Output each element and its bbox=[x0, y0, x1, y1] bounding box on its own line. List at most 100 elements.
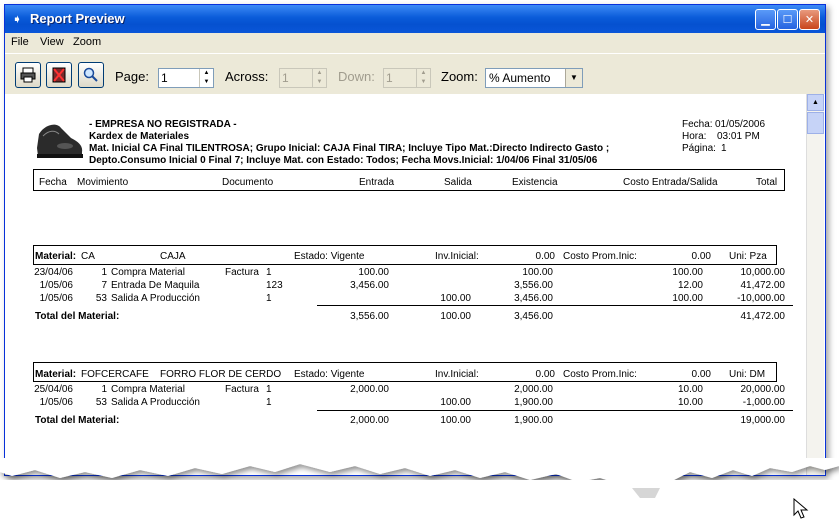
zoom-button[interactable] bbox=[78, 62, 104, 88]
row-existencia: 1,900.00 bbox=[514, 397, 553, 408]
row-fecha: 23/04/06 bbox=[34, 267, 73, 278]
row-salida: 100.00 bbox=[440, 293, 471, 304]
close-button[interactable]: ✕ bbox=[799, 9, 820, 30]
row-fecha: 1/05/06 bbox=[39, 293, 73, 304]
report-page: - EMPRESA NO REGISTRADA - Kardex de Mate… bbox=[5, 94, 805, 475]
preview-area[interactable]: - EMPRESA NO REGISTRADA - Kardex de Mate… bbox=[5, 94, 825, 475]
row-movimiento: Salida A Producción bbox=[111, 293, 200, 304]
company-name: - EMPRESA NO REGISTRADA - bbox=[89, 119, 237, 130]
row-movimiento: Entrada De Maquila bbox=[111, 280, 200, 291]
across-spin-arrows[interactable]: ▲ ▼ bbox=[312, 69, 326, 87]
col-existencia: Existencia bbox=[512, 177, 558, 188]
material-estado: Estado: Vigente bbox=[294, 251, 365, 262]
row-existencia: 3,456.00 bbox=[514, 293, 553, 304]
app-icon: ➧ bbox=[11, 12, 23, 26]
total-total: 41,472.00 bbox=[740, 311, 786, 322]
vertical-scrollbar[interactable]: ▲ bbox=[806, 94, 824, 475]
title-bar[interactable]: ➧ Report Preview ▁ ☐ ✕ bbox=[5, 5, 825, 33]
menu-view[interactable]: View bbox=[40, 36, 64, 48]
costo-prom-value: 0.00 bbox=[691, 369, 711, 380]
material-name: CAJA bbox=[160, 251, 186, 262]
col-total: Total bbox=[756, 177, 778, 188]
down-label: Down: bbox=[338, 69, 375, 84]
total-salida: 100.00 bbox=[440, 415, 471, 426]
inv-inicial-value: 0.00 bbox=[535, 251, 555, 262]
page-spinner[interactable]: 1 ▲ ▼ bbox=[158, 68, 214, 88]
row-doc-num: 123 bbox=[266, 280, 283, 291]
scroll-thumb[interactable] bbox=[807, 112, 824, 134]
printer-icon bbox=[20, 67, 36, 83]
inv-inicial-value: 0.00 bbox=[535, 369, 555, 380]
row-total: 10,000.00 bbox=[740, 267, 786, 278]
fecha-value: 01/05/2006 bbox=[715, 119, 766, 130]
page-spin-arrows[interactable]: ▲ ▼ bbox=[199, 69, 213, 87]
row-total: -10,000.00 bbox=[737, 293, 785, 304]
costo-prom-value: 0.00 bbox=[691, 251, 711, 262]
row-existencia: 100.00 bbox=[522, 267, 553, 278]
row-doc-num: 1 bbox=[266, 397, 272, 408]
material-label: Material: bbox=[35, 251, 77, 262]
report-title: Kardex de Materiales bbox=[89, 131, 190, 142]
row-total: 20,000.00 bbox=[740, 384, 786, 395]
row-doc-num: 1 bbox=[266, 293, 272, 304]
row-existencia: 3,556.00 bbox=[514, 280, 553, 291]
row-num: 53 bbox=[95, 397, 107, 408]
subtotal-line bbox=[317, 410, 793, 411]
report-filter-2: Depto.Consumo Inicial 0 Final 7; Incluye… bbox=[89, 155, 598, 166]
down-spin-arrows[interactable]: ▲ ▼ bbox=[416, 69, 430, 87]
scroll-up-icon[interactable]: ▲ bbox=[807, 94, 824, 111]
pagina-label: Página: bbox=[682, 143, 716, 154]
minimize-button[interactable]: ▁ bbox=[755, 9, 776, 30]
row-doc-num: 1 bbox=[266, 384, 272, 395]
row-entrada: 100.00 bbox=[358, 267, 389, 278]
zoom-select[interactable]: % Aumento ▼ bbox=[485, 68, 583, 88]
material-code: FOFCERCAFE bbox=[81, 369, 149, 380]
report-filter-1: Mat. Inicial CA Final TILENTROSA; Grupo … bbox=[89, 143, 610, 154]
total-salida: 100.00 bbox=[440, 311, 471, 322]
material-label: Material: bbox=[35, 369, 77, 380]
row-num: 53 bbox=[95, 293, 107, 304]
total-existencia: 1,900.00 bbox=[514, 415, 553, 426]
magnifier-icon bbox=[83, 67, 98, 82]
row-movimiento: Compra Material bbox=[111, 267, 185, 278]
row-total: 41,472.00 bbox=[740, 280, 786, 291]
material-estado: Estado: Vigente bbox=[294, 369, 365, 380]
menu-file[interactable]: File bbox=[11, 36, 29, 48]
row-costo: 100.00 bbox=[672, 293, 703, 304]
across-spinner[interactable]: 1 ▲ ▼ bbox=[279, 68, 327, 88]
maximize-button[interactable]: ☐ bbox=[777, 9, 798, 30]
menu-zoom[interactable]: Zoom bbox=[73, 36, 101, 48]
row-movimiento: Compra Material bbox=[111, 384, 185, 395]
shoe-logo-icon bbox=[37, 124, 83, 158]
down-value: 1 bbox=[386, 71, 393, 85]
menu-bar: File View Zoom bbox=[5, 33, 825, 53]
total-label: Total del Material: bbox=[35, 415, 120, 426]
row-num: 7 bbox=[101, 280, 107, 291]
row-costo: 12.00 bbox=[677, 280, 703, 291]
row-num: 1 bbox=[101, 384, 107, 395]
row-costo: 10.00 bbox=[677, 384, 703, 395]
toolbar: Page: 1 ▲ ▼ Across: 1 ▲ ▼ Down: 1 ▲ ▼ Zoom:… bbox=[5, 53, 825, 95]
col-fecha: Fecha bbox=[39, 177, 67, 188]
print-button[interactable] bbox=[15, 62, 41, 88]
report-preview-window: ➧ Report Preview ▁ ☐ ✕ File View Zoom Pa… bbox=[4, 4, 826, 476]
zoom-label: Zoom: bbox=[441, 69, 478, 84]
row-entrada: 2,000.00 bbox=[350, 384, 389, 395]
chevron-down-icon[interactable]: ▼ bbox=[565, 69, 582, 87]
zoom-value: % Aumento bbox=[489, 71, 551, 85]
material-code: CA bbox=[81, 251, 95, 262]
col-documento: Documento bbox=[222, 177, 274, 188]
total-entrada: 2,000.00 bbox=[350, 415, 389, 426]
unidad: Uni: DM bbox=[729, 369, 766, 380]
window-title: Report Preview bbox=[30, 11, 125, 26]
close-preview-button[interactable] bbox=[46, 62, 72, 88]
row-salida: 100.00 bbox=[440, 397, 471, 408]
col-costo: Costo Entrada/Salida bbox=[623, 177, 718, 188]
col-movimiento: Movimiento bbox=[77, 177, 129, 188]
mouse-cursor-icon bbox=[793, 498, 809, 519]
fecha-label: Fecha: bbox=[682, 119, 713, 130]
across-label: Across: bbox=[225, 69, 269, 84]
close-doc-icon bbox=[52, 67, 66, 83]
page-label: Page: bbox=[115, 69, 149, 84]
down-spinner[interactable]: 1 ▲ ▼ bbox=[383, 68, 431, 88]
